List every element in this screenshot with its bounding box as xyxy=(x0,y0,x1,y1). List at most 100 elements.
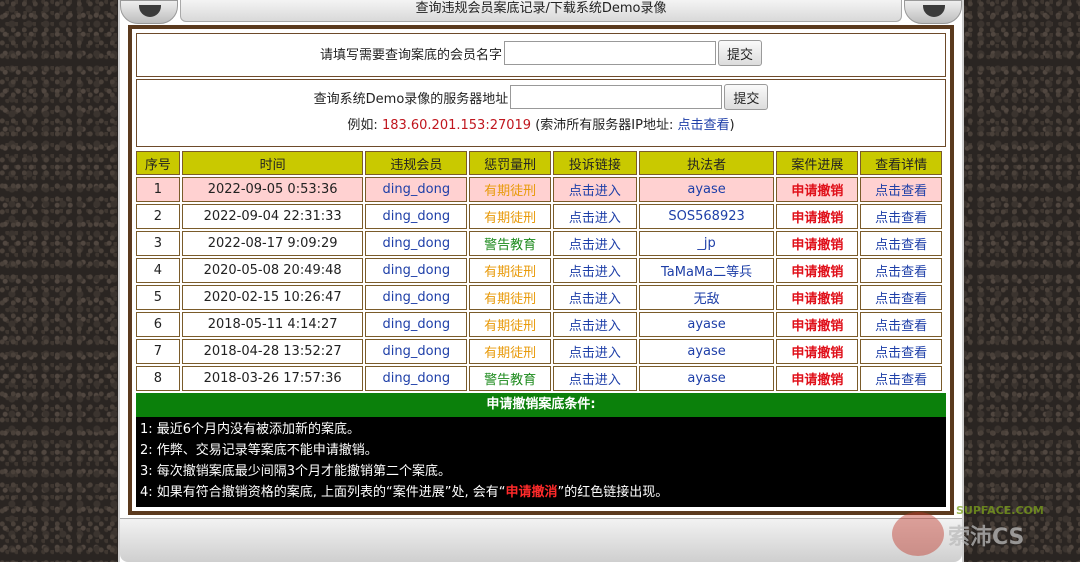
condition-item4-hot: 申请撤消 xyxy=(505,485,558,500)
row-revoke-link[interactable]: 申请撤销 xyxy=(776,204,859,229)
server-submit-button[interactable]: 提交 xyxy=(724,84,769,110)
member-query-label: 请填写需要查询案底的会员名字 xyxy=(319,47,502,63)
row-officer-link[interactable]: SOS568923 xyxy=(638,204,775,229)
row-penalty: 有期徒刑 xyxy=(469,204,551,229)
table-row: 8 2018-03-26 17:57:36 ding_dong 警告教育 点击进入 aya… xyxy=(136,366,942,391)
member-query-form: 请填写需要查询案底的会员名字 提交 xyxy=(137,40,945,66)
row-complaint-link[interactable]: 点击进入 xyxy=(552,312,637,337)
row-detail-link[interactable]: 点击查看 xyxy=(860,258,942,283)
records-table: 序号 时间 违规会员 惩罚量刑 投诉链接 执法者 案件进展 查看详情 1 2022… xyxy=(134,149,944,393)
table-row: 3 2022-08-17 9:09:29 ding_dong 警告教育 点击进入 _jp 申… xyxy=(136,231,942,256)
row-officer-link[interactable]: ayase xyxy=(638,177,775,202)
row-complaint-link[interactable]: 点击进入 xyxy=(552,204,637,229)
row-revoke-link[interactable]: 申请撤销 xyxy=(776,258,859,283)
main-frame: 查询违规会员案底记录/下载系统Demo录像 请填写需要查询案底的会员名字 提交 … xyxy=(118,0,964,562)
row-officer-link[interactable]: 无敌 xyxy=(638,285,775,310)
row-detail-link[interactable]: 点击查看 xyxy=(860,204,942,229)
row-time: 2018-05-11 4:14:27 xyxy=(181,312,364,337)
page-title: 查询违规会员案底记录/下载系统Demo录像 xyxy=(180,0,902,22)
row-revoke-link[interactable]: 申请撤销 xyxy=(776,366,859,391)
row-number: 6 xyxy=(136,312,180,337)
row-revoke-link[interactable]: 申请撤销 xyxy=(776,231,859,256)
row-officer-link[interactable]: ayase xyxy=(638,339,775,364)
row-member-link[interactable]: ding_dong xyxy=(365,258,468,283)
logo-emblem xyxy=(892,512,944,556)
row-complaint-link[interactable]: 点击进入 xyxy=(552,177,637,202)
server-query-label: 查询系统Demo录像的服务器地址 xyxy=(313,91,509,107)
header-link: 投诉链接 xyxy=(552,151,637,175)
example-mid: (索沛所有服务器IP地址: xyxy=(535,118,674,133)
condition-item: 2: 作弊、交易记录等案底不能申请撤销。 xyxy=(140,443,378,458)
watermark-text-1: SUPFACE.COM xyxy=(956,504,1044,517)
row-number: 5 xyxy=(136,285,180,310)
server-address-input[interactable] xyxy=(510,85,723,109)
example-address: 183.60.201.153:27019 xyxy=(381,118,532,133)
row-time: 2020-05-08 20:49:48 xyxy=(181,258,364,283)
member-query-box: 请填写需要查询案底的会员名字 提交 xyxy=(136,33,946,77)
row-member-link[interactable]: ding_dong xyxy=(365,204,468,229)
row-revoke-link[interactable]: 申请撤销 xyxy=(776,312,859,337)
row-member-link[interactable]: ding_dong xyxy=(365,339,468,364)
member-submit-button[interactable]: 提交 xyxy=(718,40,763,66)
row-revoke-link[interactable]: 申请撤销 xyxy=(776,285,859,310)
condition-item4-post: ”的红色链接出现。 xyxy=(557,485,669,500)
row-revoke-link[interactable]: 申请撤销 xyxy=(776,339,859,364)
row-penalty: 有期徒刑 xyxy=(469,177,551,202)
example-suffix: ) xyxy=(729,118,735,133)
row-complaint-link[interactable]: 点击进入 xyxy=(552,285,637,310)
watermark-text-2: 索沛CS xyxy=(948,525,1024,550)
row-penalty: 警告教育 xyxy=(469,231,551,256)
row-revoke-link[interactable]: 申请撤销 xyxy=(776,177,859,202)
row-time: 2022-09-04 22:31:33 xyxy=(181,204,364,229)
bottom-bar xyxy=(120,518,962,562)
row-detail-link[interactable]: 点击查看 xyxy=(860,339,942,364)
row-detail-link[interactable]: 点击查看 xyxy=(860,177,942,202)
row-time: 2018-04-28 13:52:27 xyxy=(181,339,364,364)
row-detail-link[interactable]: 点击查看 xyxy=(860,231,942,256)
frame-ear-left xyxy=(120,0,178,24)
row-member-link[interactable]: ding_dong xyxy=(365,231,468,256)
row-number: 4 xyxy=(136,258,180,283)
row-member-link[interactable]: ding_dong xyxy=(365,285,468,310)
content-panel: 请填写需要查询案底的会员名字 提交 查询系统Demo录像的服务器地址 提交 例如… xyxy=(132,29,950,511)
conditions-title: 申请撤销案底条件: xyxy=(136,393,946,417)
row-complaint-link[interactable]: 点击进入 xyxy=(552,258,637,283)
table-header-row: 序号 时间 违规会员 惩罚量刑 投诉链接 执法者 案件进展 查看详情 xyxy=(136,151,942,175)
row-penalty: 有期徒刑 xyxy=(469,285,551,310)
condition-item: 1: 最近6个月内没有被添加新的案底。 xyxy=(140,422,361,437)
row-officer-link[interactable]: TaMaMa二等兵 xyxy=(638,258,775,283)
header-member: 违规会员 xyxy=(365,151,468,175)
server-query-box: 查询系统Demo录像的服务器地址 提交 例如: 183.60.201.153:2… xyxy=(136,79,946,147)
row-member-link[interactable]: ding_dong xyxy=(365,366,468,391)
member-name-input[interactable] xyxy=(504,41,716,65)
row-officer-link[interactable]: _jp xyxy=(638,231,775,256)
row-time: 2018-03-26 17:57:36 xyxy=(181,366,364,391)
row-time: 2020-02-15 10:26:47 xyxy=(181,285,364,310)
row-member-link[interactable]: ding_dong xyxy=(365,312,468,337)
table-row: 7 2018-04-28 13:52:27 ding_dong 有期徒刑 点击进入 aya… xyxy=(136,339,942,364)
table-row: 1 2022-09-05 0:53:36 ding_dong 有期徒刑 点击进入 ayas… xyxy=(136,177,942,202)
row-officer-link[interactable]: ayase xyxy=(638,366,775,391)
row-officer-link[interactable]: ayase xyxy=(638,312,775,337)
table-row: 6 2018-05-11 4:14:27 ding_dong 有期徒刑 点击进入 ayas… xyxy=(136,312,942,337)
header-time: 时间 xyxy=(181,151,364,175)
condition-item: 3: 每次撤销案底最少间隔3个月才能撤销第二个案底。 xyxy=(140,464,452,479)
row-complaint-link[interactable]: 点击进入 xyxy=(552,339,637,364)
row-detail-link[interactable]: 点击查看 xyxy=(860,366,942,391)
row-complaint-link[interactable]: 点击进入 xyxy=(552,366,637,391)
row-number: 8 xyxy=(136,366,180,391)
row-member-link[interactable]: ding_dong xyxy=(365,177,468,202)
row-complaint-link[interactable]: 点击进入 xyxy=(552,231,637,256)
header-progress: 案件进展 xyxy=(776,151,859,175)
site-logo-watermark: SUPFACE.COM 索沛CS xyxy=(892,504,1044,556)
row-number: 1 xyxy=(136,177,180,202)
server-list-link[interactable]: 点击查看 xyxy=(677,118,729,133)
example-prefix: 例如: xyxy=(347,118,378,133)
row-penalty: 有期徒刑 xyxy=(469,312,551,337)
row-time: 2022-08-17 9:09:29 xyxy=(181,231,364,256)
row-detail-link[interactable]: 点击查看 xyxy=(860,312,942,337)
frame-ear-right xyxy=(904,0,962,24)
condition-item: 4: 如果有符合撤销资格的案底, 上面列表的“案件进展”处, 会有“申请撤消”的… xyxy=(140,482,942,503)
table-row: 4 2020-05-08 20:49:48 ding_dong 有期徒刑 点击进入 TaM… xyxy=(136,258,942,283)
row-detail-link[interactable]: 点击查看 xyxy=(860,285,942,310)
